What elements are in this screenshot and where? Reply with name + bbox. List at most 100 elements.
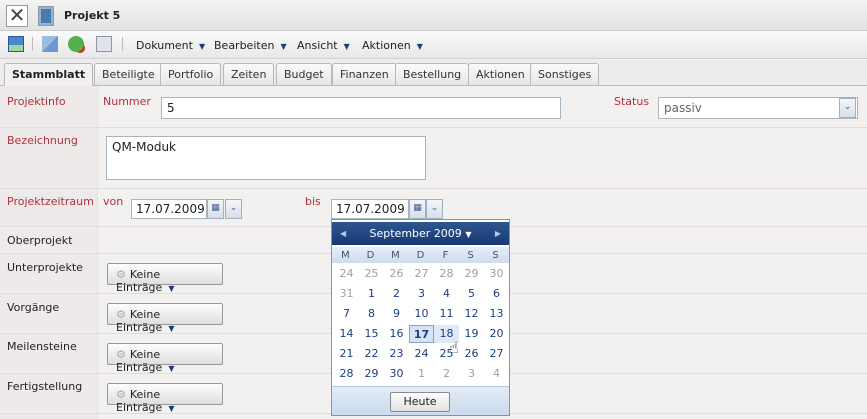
fertigstellung-label: Fertigstellung xyxy=(7,380,83,393)
calendar-day[interactable]: 24 xyxy=(334,265,359,283)
save-icon[interactable] xyxy=(8,36,24,52)
status-select[interactable]: passiv xyxy=(658,97,858,119)
calendar-day[interactable]: 27 xyxy=(484,345,509,363)
calendar-day[interactable]: 27 xyxy=(409,265,434,283)
calendar-day[interactable]: 2 xyxy=(384,285,409,303)
calendar-day[interactable]: 15 xyxy=(359,325,384,343)
calendar-day[interactable]: 19 xyxy=(459,325,484,343)
tab-aktionen[interactable]: Aktionen xyxy=(468,63,533,85)
gear-icon: ⚙ xyxy=(116,388,126,401)
calendar-day[interactable]: 3 xyxy=(409,285,434,303)
calendar-day[interactable]: 8 xyxy=(359,305,384,323)
menu-label: Aktionen xyxy=(362,39,411,52)
calendar-day[interactable]: 7 xyxy=(334,305,359,323)
menu-ansicht[interactable]: Ansicht ▼ xyxy=(297,39,350,52)
tab-stammblatt[interactable]: Stammblatt xyxy=(4,63,94,87)
today-button[interactable]: Heute xyxy=(390,392,450,412)
calendar-day[interactable]: 24 xyxy=(409,345,434,363)
calendar-day[interactable]: 10 xyxy=(409,305,434,323)
weekday-label: S xyxy=(467,250,474,261)
menu-label: Dokument xyxy=(136,39,193,52)
calendar-day[interactable]: 23 xyxy=(384,345,409,363)
calendar-day[interactable]: 2 xyxy=(434,365,459,383)
bezeichnung-label: Bezeichnung xyxy=(7,134,78,147)
calendar-day[interactable]: 11 xyxy=(434,305,459,323)
tab-zeiten[interactable]: Zeiten xyxy=(223,63,275,85)
dropdown-arrow-icon: ▼ xyxy=(465,230,472,239)
status-label: Status xyxy=(614,95,650,108)
von-date-input[interactable]: 17.07.2009 xyxy=(131,199,207,219)
dropdown-arrow-icon: ▼ xyxy=(168,284,175,293)
calendar-day[interactable]: 31 xyxy=(334,285,359,303)
calendar-day[interactable]: 26 xyxy=(459,345,484,363)
prev-month-icon[interactable]: ◀ xyxy=(340,222,346,245)
unterprojekte-label: Unterprojekte xyxy=(7,261,83,274)
calendar-day[interactable]: 12 xyxy=(459,305,484,323)
calendar-day[interactable]: 6 xyxy=(484,285,509,303)
next-month-icon[interactable]: ▶ xyxy=(495,222,501,245)
approve-icon[interactable] xyxy=(68,36,84,52)
calendar-day[interactable]: 26 xyxy=(384,265,409,283)
title-bar xyxy=(0,0,867,31)
calendar-day[interactable]: 29 xyxy=(359,365,384,383)
calendar-day[interactable]: 13 xyxy=(484,305,509,323)
hand-cursor-icon: ☝ xyxy=(449,338,459,357)
tab-portfolio[interactable]: Portfolio xyxy=(160,63,222,85)
month-label: September 2009 xyxy=(369,227,462,240)
calendar-day[interactable]: 28 xyxy=(334,365,359,383)
calendar-day[interactable]: 1 xyxy=(409,365,434,383)
unterprojekte-button[interactable]: ⚙ Keine Einträge ▼ xyxy=(107,263,223,294)
calendar-day[interactable]: 4 xyxy=(484,365,509,383)
calendar-day[interactable]: 16 xyxy=(384,325,409,343)
meilensteine-button[interactable]: ⚙ Keine Einträge ▼ xyxy=(107,343,223,374)
calendar-day[interactable]: 30 xyxy=(484,265,509,283)
calendar-day[interactable]: 4 xyxy=(434,285,459,303)
calendar-day[interactable]: 3 xyxy=(459,365,484,383)
menu-aktionen[interactable]: Aktionen ▼ xyxy=(362,39,423,52)
calendar-day[interactable]: 25 xyxy=(359,265,384,283)
tab-sonstiges[interactable]: Sonstiges xyxy=(530,63,600,85)
window-title: Projekt 5 xyxy=(64,9,121,22)
weekday-label: D xyxy=(416,250,425,261)
chevron-down-icon[interactable]: ⌄ xyxy=(839,98,856,118)
nummer-input[interactable]: 5 xyxy=(161,97,561,119)
oberprojekt-label: Oberprojekt xyxy=(7,234,73,247)
document-icon xyxy=(38,6,54,26)
month-select[interactable]: September 2009 ▼ xyxy=(370,227,472,240)
tab-finanzen[interactable]: Finanzen xyxy=(332,63,397,85)
calendar-day[interactable]: 5 xyxy=(459,285,484,303)
toolbar-separator xyxy=(122,37,123,51)
chevron-down-icon[interactable]: ⌄ xyxy=(426,199,443,219)
calendar-day[interactable]: 21 xyxy=(334,345,359,363)
calendar-day[interactable]: 30 xyxy=(384,365,409,383)
tab-bestellung[interactable]: Bestellung xyxy=(395,63,470,85)
calendar-day[interactable]: 17 xyxy=(409,325,434,343)
calendar-day[interactable]: 14 xyxy=(334,325,359,343)
date-picker: ◀ September 2009 ▼ ▶ MDMDFSS 24 25 26 27 28 2… xyxy=(331,219,510,416)
dropdown-arrow-icon: ▼ xyxy=(198,42,206,51)
calendar-day[interactable]: 28 xyxy=(434,265,459,283)
tab-budget[interactable]: Budget xyxy=(276,63,332,85)
chevron-down-icon[interactable]: ⌄ xyxy=(225,199,242,219)
calendar-day[interactable]: 22 xyxy=(359,345,384,363)
calendar-icon[interactable]: ▦ xyxy=(409,199,426,219)
bezeichnung-textarea[interactable]: QM-Moduk xyxy=(106,136,426,180)
calculator-icon[interactable] xyxy=(96,36,112,52)
menu-dokument[interactable]: Dokument ▼ xyxy=(136,39,205,52)
tab-beteiligte[interactable]: Beteiligte xyxy=(94,63,163,85)
dropdown-arrow-icon: ▼ xyxy=(168,364,175,373)
calendar-day[interactable]: 29 xyxy=(459,265,484,283)
calendar-day[interactable]: 20 xyxy=(484,325,509,343)
calendar-day[interactable]: 9 xyxy=(384,305,409,323)
calendar-day[interactable]: 1 xyxy=(359,285,384,303)
close-icon[interactable]: ✕ xyxy=(6,5,28,27)
hierarchy-icon[interactable] xyxy=(42,36,58,52)
weekday-label: F xyxy=(442,250,449,261)
fertigstellung-button[interactable]: ⚙ Keine Einträge ▼ xyxy=(107,383,223,414)
dropdown-arrow-icon: ▼ xyxy=(168,324,175,333)
bis-date-input[interactable]: 17.07.2009 xyxy=(331,199,409,219)
weekday-header: MDMDFSS xyxy=(332,246,509,263)
calendar-icon[interactable]: ▦ xyxy=(207,199,224,219)
vorgaenge-button[interactable]: ⚙ Keine Einträge ▼ xyxy=(107,303,223,334)
menu-bearbeiten[interactable]: Bearbeiten ▼ xyxy=(214,39,287,52)
